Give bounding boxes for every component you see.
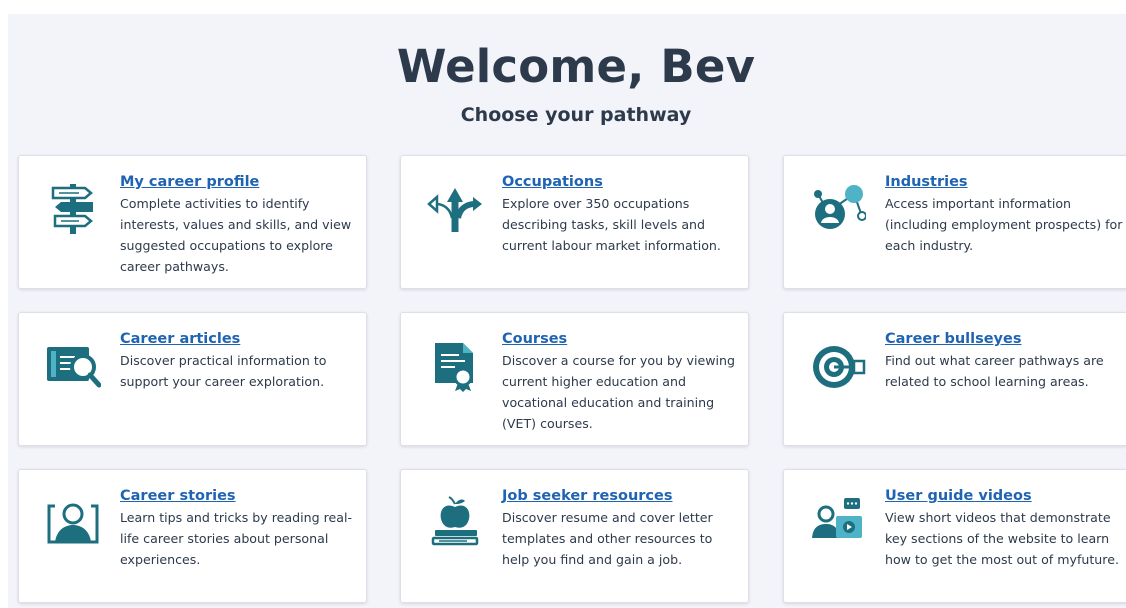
article-magnifier-icon [45,337,101,393]
card-title[interactable]: Occupations [502,174,603,190]
welcome-heading: Welcome, Bev [396,40,756,93]
card-job-seeker-resources[interactable]: Job seeker resources Discover resume and… [400,469,749,603]
card-my-career-profile[interactable]: My career profile Complete activities to… [18,155,367,289]
card-description: Discover resume and cover letter templat… [502,510,713,567]
card-title[interactable]: My career profile [120,174,259,190]
card-title[interactable]: User guide videos [885,488,1032,504]
card-title[interactable]: Job seeker resources [502,488,672,504]
card-title[interactable]: Courses [502,331,567,347]
card-description: Discover practical information to suppor… [120,353,327,389]
card-title[interactable]: Career articles [120,331,240,347]
card-occupations[interactable]: Occupations Explore over 350 occupations… [400,155,749,289]
card-description: Complete activities to identify interest… [120,196,352,274]
card-title[interactable]: Career bullseyes [885,331,1021,347]
card-career-articles[interactable]: Career articles Discover practical infor… [18,312,367,446]
signpost-icon [45,180,101,236]
card-description: Explore over 350 occupations describing … [502,196,721,253]
person-frame-icon [45,494,101,550]
card-user-guide-videos[interactable]: User guide videos View short videos that… [783,469,1126,603]
card-courses[interactable]: Courses Discover a course for you by vie… [400,312,749,446]
pathway-subtitle: Choose your pathway [460,104,692,126]
card-industries[interactable]: Industries Access important information … [783,155,1126,289]
card-career-bullseyes[interactable]: Career bullseyes Find out what career pa… [783,312,1126,446]
card-description: Learn tips and tricks by reading real-li… [120,510,352,567]
card-description: Access important information (including … [885,196,1123,253]
bullseye-icon [810,337,866,393]
card-title[interactable]: Career stories [120,488,236,504]
card-description: View short videos that demonstrate key s… [885,510,1119,567]
network-person-icon [810,180,866,236]
card-title[interactable]: Industries [885,174,968,190]
card-description: Discover a course for you by viewing cur… [502,353,735,431]
certificate-icon [427,337,483,393]
card-career-stories[interactable]: Career stories Learn tips and tricks by … [18,469,367,603]
split-arrows-icon [427,180,483,236]
card-description: Find out what career pathways are relate… [885,353,1104,389]
video-guide-icon [810,494,866,550]
apple-books-icon [427,494,483,550]
